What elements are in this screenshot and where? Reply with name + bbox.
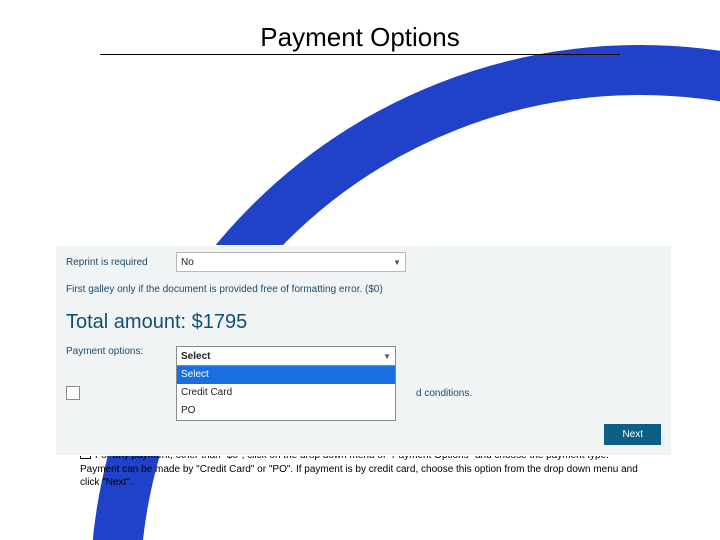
dropdown-list: Select Credit Card PO (176, 366, 396, 421)
payment-panel: Reprint is required No ▼ First galley on… (55, 245, 672, 456)
payment-options-dropdown[interactable]: Select ▼ Select Credit Card PO (176, 346, 396, 421)
reprint-label: Reprint is required (66, 257, 176, 268)
chevron-down-icon: ▼ (393, 258, 401, 267)
reprint-value: No (181, 257, 194, 268)
reprint-row: Reprint is required No ▼ (56, 246, 671, 278)
total-amount: Total amount: $1795 (56, 301, 671, 342)
page-title: Payment Options (0, 22, 720, 53)
dropdown-option-select[interactable]: Select (177, 366, 395, 384)
dropdown-selected-text: Select (181, 351, 210, 362)
title-underline (100, 54, 620, 55)
reprint-select[interactable]: No ▼ (176, 252, 406, 272)
dropdown-option-po[interactable]: PO (177, 402, 395, 420)
dropdown-selected[interactable]: Select ▼ (176, 346, 396, 366)
terms-checkbox[interactable] (66, 386, 80, 400)
payment-options-label: Payment options: (66, 346, 176, 357)
next-button[interactable]: Next (604, 424, 661, 445)
galley-text: First galley only if the document is pro… (56, 278, 671, 301)
chevron-down-icon: ▼ (383, 352, 391, 361)
terms-text-fragment: d conditions. (416, 388, 472, 399)
dropdown-option-credit-card[interactable]: Credit Card (177, 384, 395, 402)
